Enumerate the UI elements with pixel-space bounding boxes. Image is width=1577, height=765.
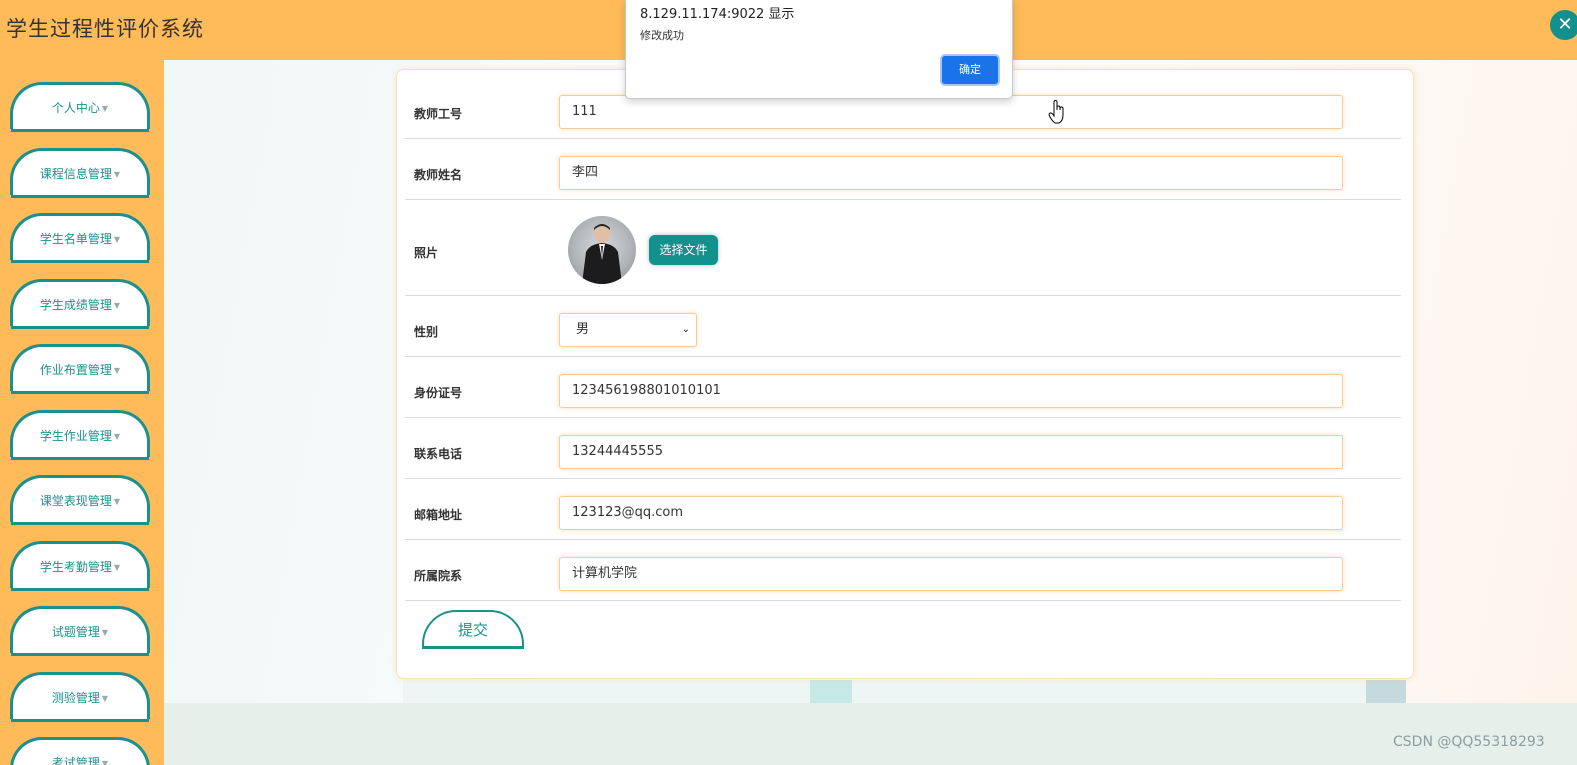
form-row-department: 所属院系 计算机学院 [405,539,1401,601]
sidebar-item-personal-center[interactable]: 个人中心 ▼ [10,82,150,129]
sidebar-item-attendance[interactable]: 学生考勤管理 ▼ [10,541,150,588]
close-icon[interactable]: ✕ [1550,10,1577,40]
field-label: 照片 [414,246,439,260]
caret-down-icon: ▼ [113,301,121,310]
caret-down-icon: ▼ [113,432,121,441]
form-row-photo: 照片 选择文件 [405,199,1401,296]
alert-ok-button[interactable]: 确定 [942,56,998,84]
field-label: 教师姓名 [414,168,463,182]
sidebar-item-quizzes[interactable]: 测验管理 ▼ [10,672,150,719]
alert-title: 8.129.11.174:9022 显示 [640,7,795,22]
background-decoration [1366,680,1406,703]
field-label: 性别 [414,325,439,339]
teacher-photo [568,216,636,284]
background-decoration [403,680,1403,703]
caret-down-icon: ▼ [113,170,121,179]
gender-select[interactable]: 男 ⌄ [559,313,697,347]
sidebar-item-course-info[interactable]: 课程信息管理 ▼ [10,148,150,195]
sidebar-item-questions[interactable]: 试题管理 ▼ [10,606,150,653]
form-row-gender: 性别 男 ⌄ [405,295,1401,357]
sidebar-item-exams[interactable]: 考试管理 ▼ [10,737,150,765]
caret-down-icon: ▼ [101,694,109,703]
caret-down-icon: ▼ [101,628,109,637]
app-title: 学生过程性评价系统 [6,17,204,41]
id-number-input[interactable]: 123456198801010101 [559,374,1343,408]
sidebar-item-student-grades[interactable]: 学生成绩管理 ▼ [10,279,150,326]
alert-message: 修改成功 [640,29,684,42]
teacher-name-input[interactable]: 李四 [559,156,1343,190]
phone-input[interactable]: 13244445555 [559,435,1343,469]
submit-button[interactable]: 提交 [422,610,524,646]
email-input[interactable]: 123123@qq.com [559,496,1343,530]
form-row-phone: 联系电话 13244445555 [405,417,1401,479]
sidebar: 个人中心 ▼ 课程信息管理 ▼ 学生名单管理 ▼ 学生成绩管理 ▼ 作业布置管理 ▼ 学生… [0,60,164,765]
teacher-id-input[interactable]: 111 [559,95,1343,129]
caret-down-icon: ▼ [113,497,121,506]
form-row-email: 邮箱地址 123123@qq.com [405,478,1401,540]
caret-down-icon: ▼ [101,759,109,765]
field-label: 邮箱地址 [414,508,463,522]
alert-dialog: 8.129.11.174:9022 显示 修改成功 确定 [625,0,1013,99]
field-label: 联系电话 [414,447,463,461]
sidebar-item-homework-assign[interactable]: 作业布置管理 ▼ [10,344,150,391]
field-label: 身份证号 [414,386,463,400]
caret-down-icon: ▼ [113,235,121,244]
watermark: CSDN @QQ55318293 [1393,734,1545,750]
choose-file-button[interactable]: 选择文件 [649,235,718,265]
department-input[interactable]: 计算机学院 [559,557,1343,591]
background-decoration [810,680,852,703]
teacher-info-form: 教师工号 111 教师姓名 李四 照片 选择文件 性别 男 ⌄ 身份证号 123… [396,69,1414,679]
sidebar-item-student-list[interactable]: 学生名单管理 ▼ [10,213,150,260]
caret-down-icon: ▼ [113,366,121,375]
caret-down-icon: ▼ [101,104,109,113]
form-row-id-number: 身份证号 123456198801010101 [405,356,1401,418]
sidebar-item-student-homework[interactable]: 学生作业管理 ▼ [10,410,150,457]
hand-cursor-icon [1048,99,1066,128]
field-label: 所属院系 [414,569,463,583]
caret-down-icon: ▼ [113,563,121,572]
sidebar-item-class-performance[interactable]: 课堂表现管理 ▼ [10,475,150,522]
chevron-down-icon: ⌄ [681,324,690,335]
field-label: 教师工号 [414,107,463,121]
form-row-teacher-name: 教师姓名 李四 [405,138,1401,200]
